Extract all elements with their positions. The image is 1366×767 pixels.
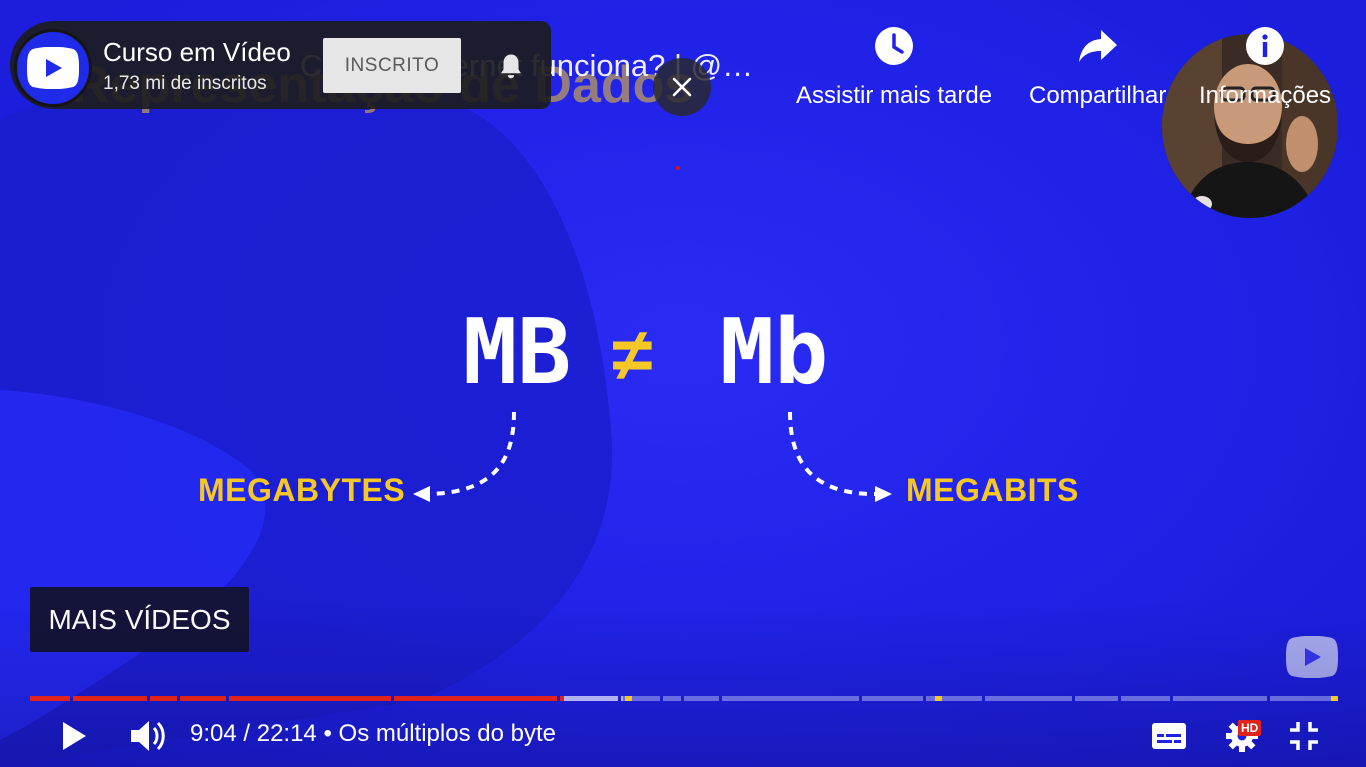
progress-marker — [625, 696, 633, 701]
progress-chapter-segment[interactable] — [861, 696, 923, 701]
progress-chapter-segment[interactable] — [1120, 696, 1171, 701]
progress-chapter-segment[interactable] — [721, 696, 859, 701]
arrow-head-left — [413, 486, 430, 502]
share-button[interactable]: Compartilhar — [1029, 24, 1166, 110]
subscriber-count: 1,73 mi de inscritos — [103, 73, 267, 94]
channel-logo-icon[interactable] — [14, 29, 92, 107]
progress-chapter-segment[interactable] — [1269, 696, 1335, 701]
progress-chapter-segment[interactable] — [150, 696, 178, 701]
progress-chapter-segment[interactable] — [30, 696, 71, 701]
progress-bar[interactable] — [30, 696, 1339, 701]
hd-badge: HD — [1238, 720, 1262, 736]
progress-chapter-segment[interactable] — [1075, 696, 1118, 701]
progress-chapter-segment[interactable] — [663, 696, 681, 701]
clock-icon — [796, 24, 992, 68]
bell-icon[interactable] — [496, 52, 526, 87]
arrow-to-megabits — [788, 411, 876, 496]
progress-chapter-segment[interactable] — [393, 696, 557, 701]
info-icon — [1199, 24, 1331, 68]
progress-chapter-segment[interactable] — [73, 696, 148, 701]
volume-icon[interactable] — [126, 714, 170, 758]
time-display: 9:04 / 22:14 • Os múltiplos do byte — [190, 720, 556, 748]
exit-fullscreen-icon[interactable] — [1284, 716, 1324, 756]
progress-chapter-segment[interactable] — [1173, 696, 1267, 701]
close-icon[interactable] — [653, 58, 711, 116]
progress-marker — [935, 696, 943, 701]
info-label: Informações — [1199, 82, 1332, 109]
watch-later-label: Assistir mais tarde — [796, 82, 993, 109]
megabytes-label: MEGABYTES — [198, 472, 406, 508]
channel-name[interactable]: Curso em Vídeo — [103, 37, 291, 68]
progress-chapter-segment[interactable] — [180, 696, 226, 701]
chapter-title[interactable]: Os múltiplos do byte — [339, 720, 556, 747]
share-label: Compartilhar — [1029, 82, 1167, 109]
share-arrow-icon — [1029, 24, 1166, 68]
arrow-to-megabytes — [429, 411, 516, 496]
chapter-separator: • — [316, 720, 339, 747]
current-duration: 9:04 / 22:14 — [190, 720, 317, 747]
video-player[interactable]: Representação de Dados MB ≠ Mb MEGABYTES… — [0, 0, 1366, 767]
arrow-head-right — [875, 486, 892, 502]
progress-chapter-segment[interactable] — [984, 696, 1073, 701]
subscribed-button[interactable]: INSCRITO — [323, 38, 461, 93]
progress-marker — [1331, 696, 1339, 701]
play-icon[interactable] — [52, 716, 96, 756]
progress-chapter-segment[interactable] — [563, 696, 619, 701]
gear-icon[interactable]: HD — [1218, 716, 1266, 756]
progress-chapter-segment[interactable] — [684, 696, 719, 701]
progress-chapter-segment[interactable] — [228, 696, 391, 701]
info-button[interactable]: Informações — [1199, 24, 1331, 110]
subtitles-icon[interactable] — [1148, 718, 1190, 754]
megabits-label: MEGABITS — [906, 472, 1079, 508]
watch-later-button[interactable]: Assistir mais tarde — [796, 24, 992, 110]
